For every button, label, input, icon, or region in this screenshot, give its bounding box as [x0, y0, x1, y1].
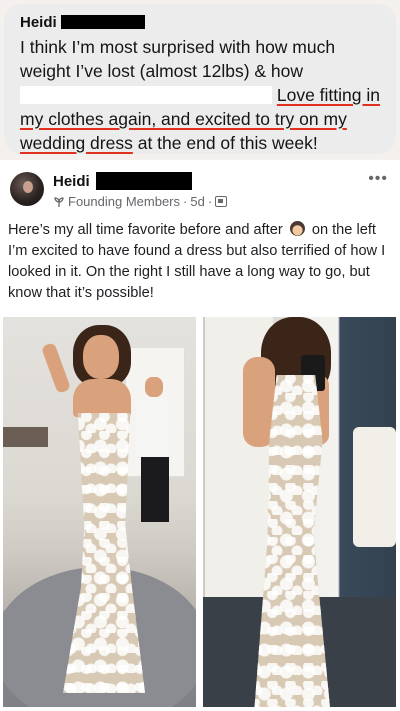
message-text: I think I’m most surprised with how much… [20, 35, 380, 155]
bride-raised-arm [40, 342, 72, 394]
message-underlined-phrase: wedding dress [20, 133, 133, 153]
bride-shoulders [73, 379, 131, 417]
before-photo[interactable] [3, 317, 196, 707]
woman-emoji-icon [289, 221, 305, 236]
group-post: Heidi Founding Members · 5d · ••• Here’s… [0, 160, 400, 711]
group-privacy-icon [215, 196, 228, 207]
message-sender-name: Heidi [20, 13, 57, 31]
message-line-3: my clothes again, and excited to try on … [20, 109, 347, 129]
bed [353, 427, 396, 547]
message-line-1: I think I’m most surprised with how much… [20, 37, 336, 81]
meta-separator: · [183, 194, 188, 209]
assistant-pants [141, 457, 169, 522]
post-text: Here’s my all time favorite before and a… [8, 220, 396, 304]
post-author-row: Heidi [53, 172, 192, 190]
after-photo[interactable] [203, 317, 396, 707]
message-sender-row: Heidi [20, 12, 380, 32]
founding-member-badge-icon [54, 196, 64, 207]
message-line-2-tail: Love fitting in [276, 85, 380, 105]
post-text-before-emoji: Here’s my all time favorite before and a… [8, 222, 283, 238]
side-table [3, 427, 48, 447]
post-meta: Founding Members · 5d · [53, 194, 228, 209]
redacted-text-block [20, 86, 272, 104]
bride-face [83, 335, 119, 379]
post-author-name[interactable]: Heidi [53, 173, 90, 190]
assistant-head [145, 377, 163, 397]
message-bubble: Heidi I think I’m most surprised with ho… [4, 4, 396, 154]
post-badge-label[interactable]: Founding Members [68, 194, 180, 209]
author-avatar[interactable] [10, 172, 44, 206]
post-time[interactable]: 5d [190, 194, 204, 209]
more-options-icon[interactable]: ••• [368, 170, 388, 188]
assistant-shirt [135, 399, 173, 457]
redacted-author-surname [95, 172, 192, 190]
redacted-surname [60, 15, 145, 29]
message-line-4-tail: at the end of this week! [132, 133, 318, 153]
meta-separator-2: · [207, 194, 213, 209]
